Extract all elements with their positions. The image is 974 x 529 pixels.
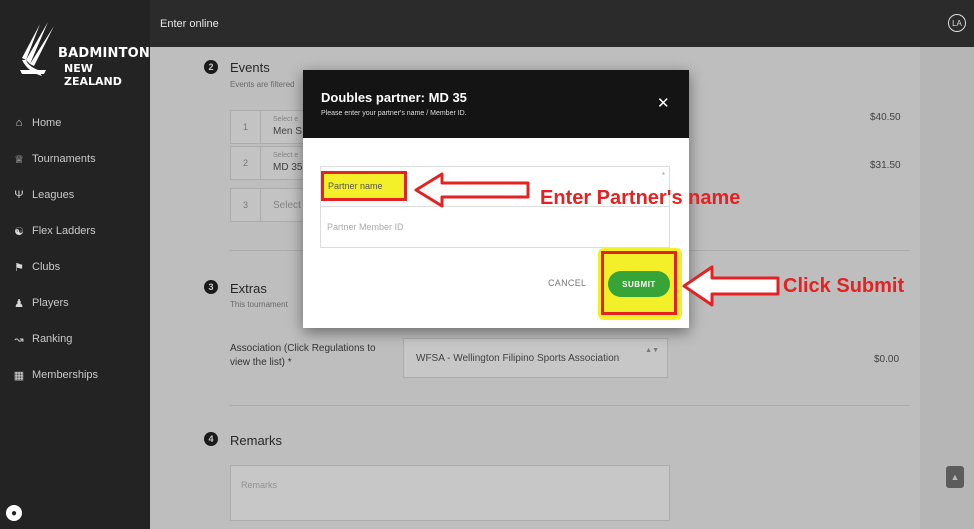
modal-title: Doubles partner: MD 35 <box>321 90 467 105</box>
trophy-cup-icon: Ψ <box>14 189 24 201</box>
help-icon[interactable]: ● <box>6 505 22 521</box>
sidebar-item-label: Clubs <box>32 261 61 273</box>
sidebar-item-memberships[interactable]: ▦ Memberships <box>0 357 150 393</box>
sidebar-item-flex-ladders[interactable]: ☯ Flex Ladders <box>0 213 150 249</box>
sidebar-item-clubs[interactable]: ⚑ Clubs <box>0 249 150 285</box>
partner-member-id-field[interactable]: Partner Member ID <box>321 208 669 248</box>
close-icon[interactable]: ✕ <box>657 96 670 111</box>
sidebar-item-home[interactable]: ⌂ Home <box>0 105 150 141</box>
sidebar-item-label: Players <box>32 297 69 309</box>
badminton-nz-logo[interactable]: BADMINTON NEW ZEALAND <box>18 20 150 90</box>
annotation-click-submit: Click Submit <box>783 275 905 297</box>
sidebar-item-label: Ranking <box>32 333 73 345</box>
sidebar-item-ranking[interactable]: ↝ Ranking <box>0 321 150 357</box>
required-mark: * <box>661 171 665 180</box>
logo-line2: NEW ZEALAND <box>64 62 122 88</box>
topbar: Enter online LA <box>150 0 974 47</box>
ladder-icon: ☯ <box>14 225 24 238</box>
card-icon: ▦ <box>13 369 25 382</box>
partner-name-placeholder: Partner name <box>328 181 383 191</box>
sidebar-item-label: Tournaments <box>32 153 96 165</box>
sidebar-item-label: Memberships <box>32 369 99 381</box>
modal-subtitle: Please enter your partner's name / Membe… <box>321 110 467 117</box>
home-icon: ⌂ <box>15 117 23 129</box>
sidebar-item-leagues[interactable]: Ψ Leagues <box>0 177 150 213</box>
players-icon: ♟ <box>14 297 24 310</box>
submit-button[interactable]: SUBMIT <box>608 271 670 297</box>
logo-line1: BADMINTON <box>58 46 151 61</box>
partner-name-highlight[interactable]: Partner name <box>321 171 407 201</box>
sidebar-item-label: Leagues <box>32 189 75 201</box>
sidebar-item-label: Flex Ladders <box>32 225 96 237</box>
sidebar-item-label: Home <box>32 117 62 129</box>
sidebar-item-players[interactable]: ♟ Players <box>0 285 150 321</box>
shuttlecock-logo-icon <box>20 22 54 76</box>
arrow-left-icon <box>682 265 780 307</box>
page-title: Enter online <box>160 18 219 30</box>
partner-member-id-placeholder: Partner Member ID <box>327 222 404 232</box>
arrow-left-icon <box>414 172 530 208</box>
modal-header: Doubles partner: MD 35 Please enter your… <box>303 70 689 138</box>
sidebar-item-tournaments[interactable]: ♕ Tournaments <box>0 141 150 177</box>
chart-icon: ↝ <box>14 333 24 346</box>
cancel-button[interactable]: CANCEL <box>548 278 586 288</box>
sidebar: BADMINTON NEW ZEALAND ⌂ Home ♕ Tournamen… <box>0 0 150 529</box>
sidebar-nav: ⌂ Home ♕ Tournaments Ψ Leagues ☯ Flex La… <box>0 105 150 393</box>
annotation-enter-partner-name: Enter Partner's name <box>540 187 741 209</box>
trophy-icon: ♕ <box>14 153 24 166</box>
flag-icon: ⚑ <box>14 261 24 274</box>
avatar[interactable]: LA <box>948 14 966 32</box>
